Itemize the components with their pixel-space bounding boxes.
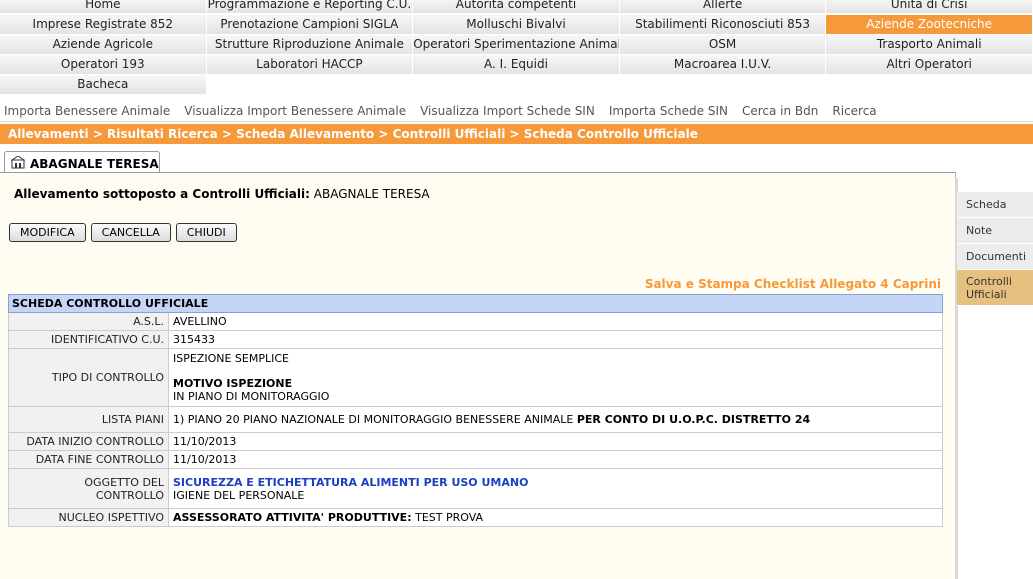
motivo-value: IN PIANO DI MONITORAGGIO [173, 390, 330, 403]
content-panel: Allevamento sottoposto a Controlli Uffic… [0, 172, 956, 579]
menu-equidi[interactable]: A. I. Equidi [413, 55, 620, 75]
menu-stabilimenti[interactable]: Stabilimenti Riconosciuti 853 [619, 15, 827, 35]
menu-trasporto-animali[interactable]: Trasporto Animali [826, 35, 1033, 55]
id-label: IDENTIFICATIVO C.U. [8, 330, 169, 349]
table-row: A.S.L. AVELLINO [8, 312, 943, 331]
menu-macroarea[interactable]: Macroarea I.U.V. [619, 55, 827, 75]
asl-value: AVELLINO [168, 312, 943, 331]
menu-molluschi[interactable]: Molluschi Bivalvi [413, 15, 620, 35]
side-tab-controlli-ufficiali[interactable]: Controlli Ufficiali [957, 270, 1033, 306]
submenu-importa-benessere[interactable]: Importa Benessere Animale [4, 104, 170, 118]
table-row: IDENTIFICATIVO C.U. 315433 [8, 330, 943, 349]
building-icon [10, 154, 26, 172]
menu-home[interactable]: Home [0, 0, 207, 14]
table-row: LISTA PIANI 1) PIANO 20 PIANO NAZIONALE … [8, 406, 943, 433]
table-row: OGGETTO DEL CONTROLLO SICUREZZA E ETICHE… [8, 468, 943, 509]
nucleo-role: ASSESSORATO ATTIVITA' PRODUTTIVE: [173, 511, 412, 524]
menu-allerte[interactable]: Allerte [619, 0, 827, 14]
menu-aziende-agricole[interactable]: Aziende Agricole [0, 35, 207, 55]
oggetto-main: SICUREZZA E ETICHETTATURA ALIMENTI PER U… [173, 475, 529, 489]
submenu: Importa Benessere Animale Visualizza Imp… [0, 100, 1033, 122]
submenu-ricerca[interactable]: Ricerca [832, 104, 876, 118]
top-menu-row-5: Bacheca [0, 75, 1033, 95]
menu-unita-crisi[interactable]: Unità di Crisi [826, 0, 1033, 14]
menu-programmazione[interactable]: Programmazione e Reporting C.U. [206, 0, 414, 14]
piani-value: 1) PIANO 20 PIANO NAZIONALE DI MONITORAG… [173, 413, 574, 426]
menu-bacheca[interactable]: Bacheca [0, 75, 207, 95]
menu-empty-cell [826, 75, 1033, 95]
controllo-table: SCHEDA CONTROLLO UFFICIALE A.S.L. AVELLI… [8, 294, 943, 527]
menu-empty-cell [413, 75, 620, 95]
summary-label: Allevamento sottoposto a Controlli Uffic… [14, 187, 310, 201]
breadcrumb[interactable]: Allevamenti > Risultati Ricerca > Scheda… [0, 124, 1033, 144]
tipo-cell: ISPEZIONE SEMPLICE MOTIVO ISPEZIONE IN P… [168, 348, 943, 407]
top-menu-row-1: Home Programmazione e Reporting C.U. Aut… [0, 0, 1033, 15]
menu-laboratori-haccp[interactable]: Laboratori HACCP [206, 55, 414, 75]
side-tabs: Scheda Note Documenti Controlli Ufficial… [957, 192, 1033, 306]
menu-altri-operatori[interactable]: Altri Operatori [826, 55, 1033, 75]
allevamento-summary: Allevamento sottoposto a Controlli Uffic… [14, 187, 430, 201]
table-row: DATA INIZIO CONTROLLO 11/10/2013 [8, 432, 943, 451]
tipo-value: ISPEZIONE SEMPLICE [173, 352, 289, 365]
top-menu-row-4: Operatori 193 Laboratori HACCP A. I. Equ… [0, 55, 1033, 75]
fine-label: DATA FINE CONTROLLO [8, 450, 169, 469]
menu-operatori-193[interactable]: Operatori 193 [0, 55, 207, 75]
asl-label: A.S.L. [8, 312, 169, 331]
menu-strutture-riproduzione[interactable]: Strutture Riproduzione Animale [206, 35, 414, 55]
nucleo-value: TEST PROVA [415, 511, 484, 524]
menu-prenotazione-campioni[interactable]: Prenotazione Campioni SIGLA [206, 15, 414, 35]
side-tab-scheda[interactable]: Scheda [957, 192, 1033, 218]
table-row: NUCLEO ISPETTIVO ASSESSORATO ATTIVITA' P… [8, 508, 943, 527]
action-buttons: MODIFICA CANCELLA CHIUDI [9, 223, 242, 242]
oggetto-label: OGGETTO DEL CONTROLLO [8, 468, 169, 509]
oggetto-sub: IGIENE DEL PERSONALE [173, 488, 305, 502]
inizio-label: DATA INIZIO CONTROLLO [8, 432, 169, 451]
summary-value: ABAGNALE TERESA [313, 187, 430, 201]
side-tab-note[interactable]: Note [957, 218, 1033, 244]
submenu-visualizza-import-benessere[interactable]: Visualizza Import Benessere Animale [184, 104, 406, 118]
menu-empty-cell [619, 75, 827, 95]
submenu-visualizza-import-sin[interactable]: Visualizza Import Schede SIN [420, 104, 595, 118]
inizio-value: 11/10/2013 [168, 432, 943, 451]
submenu-importa-sin[interactable]: Importa Schede SIN [609, 104, 728, 118]
piani-cell: 1) PIANO 20 PIANO NAZIONALE DI MONITORAG… [168, 406, 943, 433]
tipo-label: TIPO DI CONTROLLO [8, 348, 169, 407]
piani-label: LISTA PIANI [8, 406, 169, 433]
cancella-button[interactable]: CANCELLA [90, 223, 171, 242]
fine-value: 11/10/2013 [168, 450, 943, 469]
top-menu-row-2: Imprese Registrate 852 Prenotazione Camp… [0, 15, 1033, 35]
menu-operatori-sperimentazione[interactable]: Operatori Sperimentazione Animale [413, 35, 620, 55]
top-menu-row-3: Aziende Agricole Strutture Riproduzione … [0, 35, 1033, 55]
nucleo-label: NUCLEO ISPETTIVO [8, 508, 169, 527]
oggetto-cell: SICUREZZA E ETICHETTATURA ALIMENTI PER U… [168, 468, 943, 509]
side-tab-documenti[interactable]: Documenti [957, 244, 1033, 270]
menu-autorita[interactable]: Autorita competenti [413, 0, 620, 14]
id-value: 315433 [168, 330, 943, 349]
table-title: SCHEDA CONTROLLO UFFICIALE [8, 294, 943, 313]
print-checklist-link[interactable]: Salva e Stampa Checklist Allegato 4 Capr… [645, 277, 941, 291]
piani-extra: PER CONTO DI U.O.P.C. DISTRETTO 24 [576, 413, 811, 426]
chiudi-button[interactable]: CHIUDI [175, 223, 237, 242]
table-row: DATA FINE CONTROLLO 11/10/2013 [8, 450, 943, 469]
menu-imprese-registrate[interactable]: Imprese Registrate 852 [0, 15, 207, 35]
motivo-label: MOTIVO ISPEZIONE [173, 377, 293, 390]
table-row: TIPO DI CONTROLLO ISPEZIONE SEMPLICE MOT… [8, 348, 943, 407]
menu-osm[interactable]: OSM [619, 35, 827, 55]
tab-label: ABAGNALE TERESA [30, 156, 159, 171]
nucleo-cell: ASSESSORATO ATTIVITA' PRODUTTIVE: TEST P… [168, 508, 943, 527]
submenu-cerca-bdn[interactable]: Cerca in Bdn [742, 104, 818, 118]
modifica-button[interactable]: MODIFICA [9, 223, 86, 242]
menu-empty-cell [206, 75, 414, 95]
menu-aziende-zootecniche[interactable]: Aziende Zootecniche [826, 15, 1033, 35]
